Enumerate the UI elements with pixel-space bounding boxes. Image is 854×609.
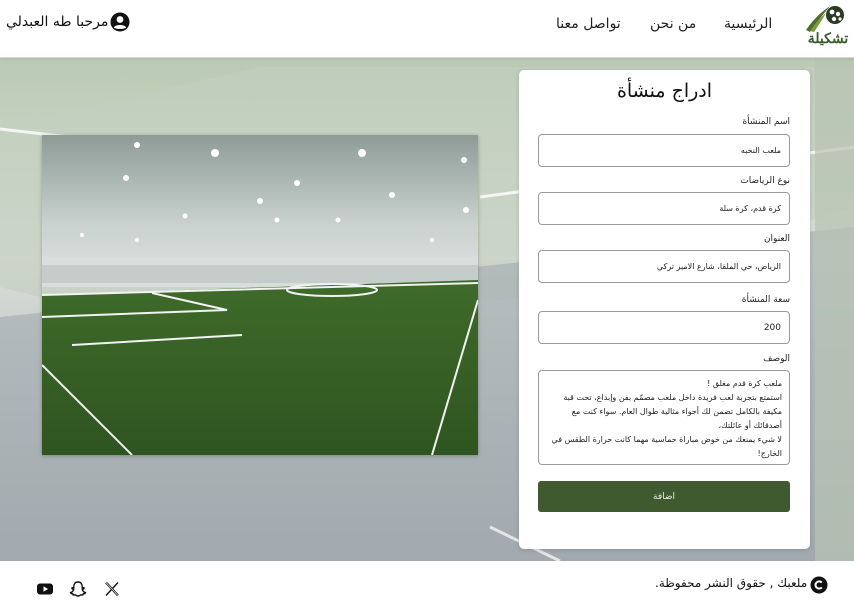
- sports-type-input[interactable]: كرة قدم، كرة سلة: [538, 192, 790, 225]
- address-label: العنوان: [763, 234, 790, 244]
- capacity-input[interactable]: 200: [538, 311, 790, 344]
- x-icon[interactable]: [103, 580, 121, 598]
- logo-text[interactable]: تشكيلة: [801, 31, 854, 47]
- copyright-text: ملعبك , حقوق النشر محفوظة.: [655, 576, 808, 590]
- sports-type-label: نوع الرياضات: [740, 176, 790, 186]
- form-title: ادراج منشأة: [616, 80, 713, 102]
- footer: ملعبك , حقوق النشر محفوظة.: [0, 561, 854, 609]
- copyright-icon: [810, 576, 828, 594]
- user-name: مرحبا طه العبدلي: [6, 14, 109, 30]
- description-textarea[interactable]: ملعب كرة قدم مغلق ! استمتع بتجربة لعب فر…: [538, 370, 790, 465]
- description-label: الوصف: [763, 354, 790, 364]
- facility-name-label: اسم المنشأة: [742, 117, 790, 127]
- user-avatar-icon: [110, 12, 130, 32]
- address-input[interactable]: الرياض، حي الملقا، شارع الامير تركي: [538, 250, 790, 283]
- facility-name-input[interactable]: ملعب النخبه: [538, 134, 790, 167]
- nav-home[interactable]: الرئيسية: [724, 16, 772, 32]
- top-navbar: تشكيلة الرئيسية من نحن تواصل معنا مرحبا …: [0, 0, 854, 58]
- hero-background: ادراج منشأة اسم المنشأة ملعب النخبه نوع …: [0, 57, 854, 561]
- user-greeting[interactable]: مرحبا طه العبدلي: [6, 12, 130, 32]
- youtube-icon[interactable]: [36, 580, 54, 598]
- facility-photo: [42, 135, 478, 455]
- capacity-label: سعة المنشأة: [741, 295, 790, 305]
- nav-contact[interactable]: تواصل معنا: [556, 16, 621, 32]
- snapchat-icon[interactable]: [69, 580, 87, 598]
- nav-about[interactable]: من نحن: [650, 16, 696, 32]
- add-button[interactable]: اضافة: [538, 481, 790, 512]
- add-facility-form: ادراج منشأة اسم المنشأة ملعب النخبه نوع …: [519, 70, 810, 549]
